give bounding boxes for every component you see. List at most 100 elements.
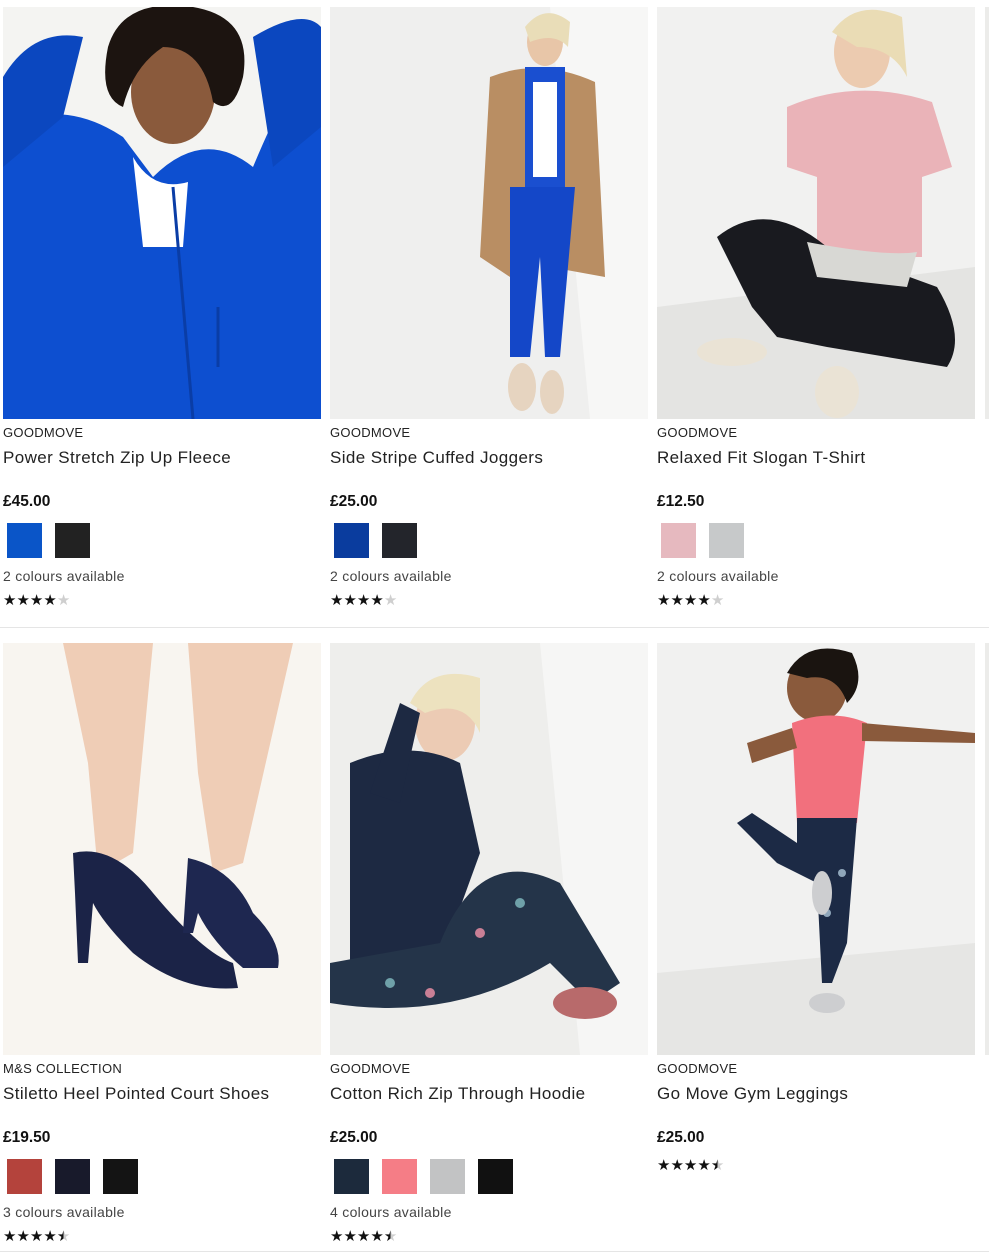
colour-swatches xyxy=(7,1159,138,1194)
colour-swatch[interactable] xyxy=(382,523,417,558)
product-name[interactable]: Side Stripe Cuffed Joggers xyxy=(330,448,543,468)
colour-swatches xyxy=(334,523,417,558)
product-price: £25.00 xyxy=(330,1129,378,1146)
colour-swatch[interactable] xyxy=(382,1159,417,1194)
product-name[interactable]: Go Move Gym Leggings xyxy=(657,1084,848,1104)
star-icon: ★ xyxy=(657,1157,671,1174)
product-image[interactable] xyxy=(330,643,648,1055)
colour-swatch[interactable] xyxy=(7,1159,42,1194)
colour-swatches xyxy=(7,523,90,558)
star-icon: ★ xyxy=(370,592,384,609)
star-icon: ★ xyxy=(670,1157,684,1174)
star-icon: ★ xyxy=(3,1228,17,1245)
product-card[interactable]: GOODMOVE Go Move Gym Leggings £25.00 ★★★… xyxy=(657,643,975,1253)
product-image[interactable] xyxy=(657,7,975,419)
product-card[interactable]: GOODMOVE Relaxed Fit Slogan T-Shirt £12.… xyxy=(657,7,975,617)
star-rating: ★★★★★ xyxy=(3,1228,70,1246)
product-card[interactable]: GOODMOVE Side Stripe Cuffed Joggers £25.… xyxy=(330,7,648,617)
colour-swatch[interactable] xyxy=(334,523,369,558)
woman-pink-tshirt-photo xyxy=(657,7,975,419)
product-card[interactable]: M&S COLLECTION Stiletto Heel Pointed Cou… xyxy=(3,643,321,1253)
next-product-card-edge xyxy=(985,7,989,617)
colours-available-text: 2 colours available xyxy=(657,568,779,584)
star-icon: ★ xyxy=(16,1228,30,1245)
star-icon: ★ xyxy=(710,592,725,609)
next-product-card-edge xyxy=(985,643,989,1253)
star-icon: ★ xyxy=(330,592,344,609)
star-icon: ★ xyxy=(370,1228,384,1245)
star-icon: ★ xyxy=(343,1228,357,1245)
product-brand: M&S COLLECTION xyxy=(3,1061,123,1076)
star-rating: ★★★★★ xyxy=(657,1157,724,1175)
product-brand: GOODMOVE xyxy=(657,1061,738,1076)
woman-navy-hoodie-photo xyxy=(330,643,648,1055)
colour-swatches xyxy=(661,523,744,558)
star-icon: ★ xyxy=(16,592,30,609)
colour-swatch[interactable] xyxy=(661,523,696,558)
star-rating: ★★★★★ xyxy=(330,592,397,610)
colour-swatch[interactable] xyxy=(55,1159,90,1194)
star-icon: ★ xyxy=(43,592,57,609)
product-image[interactable] xyxy=(330,7,648,419)
product-name[interactable]: Relaxed Fit Slogan T-Shirt xyxy=(657,448,866,468)
product-image[interactable] xyxy=(3,643,321,1055)
product-brand: GOODMOVE xyxy=(3,425,84,440)
product-price: £25.00 xyxy=(330,493,378,510)
product-price: £12.50 xyxy=(657,493,705,510)
star-icon: ★ xyxy=(29,592,44,609)
colour-swatch[interactable] xyxy=(7,523,42,558)
colours-available-text: 4 colours available xyxy=(330,1204,452,1220)
product-image[interactable] xyxy=(657,643,975,1055)
star-icon: ★ xyxy=(683,1157,698,1174)
product-name[interactable]: Power Stretch Zip Up Fleece xyxy=(3,448,231,468)
colours-available-text: 2 colours available xyxy=(330,568,452,584)
product-card[interactable]: GOODMOVE Cotton Rich Zip Through Hoodie … xyxy=(330,643,648,1253)
star-icon: ★ xyxy=(710,1157,725,1174)
product-price: £25.00 xyxy=(657,1129,705,1146)
star-icon: ★ xyxy=(56,592,71,609)
product-brand: GOODMOVE xyxy=(330,1061,411,1076)
star-icon: ★ xyxy=(43,1228,57,1245)
product-name[interactable]: Cotton Rich Zip Through Hoodie xyxy=(330,1084,586,1104)
colours-available-text: 3 colours available xyxy=(3,1204,125,1220)
colour-swatch[interactable] xyxy=(430,1159,465,1194)
row-divider xyxy=(0,627,989,628)
colour-swatch[interactable] xyxy=(334,1159,369,1194)
star-icon: ★ xyxy=(683,592,698,609)
product-price: £45.00 xyxy=(3,493,51,510)
star-icon: ★ xyxy=(343,592,357,609)
colour-swatch[interactable] xyxy=(55,523,90,558)
star-rating: ★★★★★ xyxy=(330,1228,397,1246)
star-icon: ★ xyxy=(29,1228,44,1245)
product-price: £19.50 xyxy=(3,1129,51,1146)
navy-court-shoes-photo xyxy=(3,643,321,1055)
star-icon: ★ xyxy=(670,592,684,609)
star-rating: ★★★★★ xyxy=(657,592,724,610)
star-icon: ★ xyxy=(697,592,711,609)
product-brand: GOODMOVE xyxy=(657,425,738,440)
colour-swatch[interactable] xyxy=(478,1159,513,1194)
colour-swatches xyxy=(334,1159,513,1194)
star-icon: ★ xyxy=(330,1228,344,1245)
product-card[interactable]: GOODMOVE Power Stretch Zip Up Fleece £45… xyxy=(3,7,321,617)
star-icon: ★ xyxy=(3,592,17,609)
colours-available-text: 2 colours available xyxy=(3,568,125,584)
woman-blue-fleece-photo xyxy=(3,7,321,419)
star-icon: ★ xyxy=(383,592,398,609)
star-icon: ★ xyxy=(56,1228,71,1245)
product-image[interactable] xyxy=(3,7,321,419)
product-grid: GOODMOVE Power Stretch Zip Up Fleece £45… xyxy=(0,0,989,1254)
colour-swatch[interactable] xyxy=(709,523,744,558)
star-icon: ★ xyxy=(356,592,371,609)
product-brand: GOODMOVE xyxy=(330,425,411,440)
star-rating: ★★★★★ xyxy=(3,592,70,610)
star-icon: ★ xyxy=(383,1228,398,1245)
star-icon: ★ xyxy=(697,1157,711,1174)
row-divider xyxy=(0,1251,989,1252)
woman-printed-leggings-photo xyxy=(657,643,975,1055)
star-icon: ★ xyxy=(657,592,671,609)
star-icon: ★ xyxy=(356,1228,371,1245)
colour-swatch[interactable] xyxy=(103,1159,138,1194)
product-name[interactable]: Stiletto Heel Pointed Court Shoes xyxy=(3,1084,269,1104)
woman-blue-joggers-photo xyxy=(330,7,648,419)
